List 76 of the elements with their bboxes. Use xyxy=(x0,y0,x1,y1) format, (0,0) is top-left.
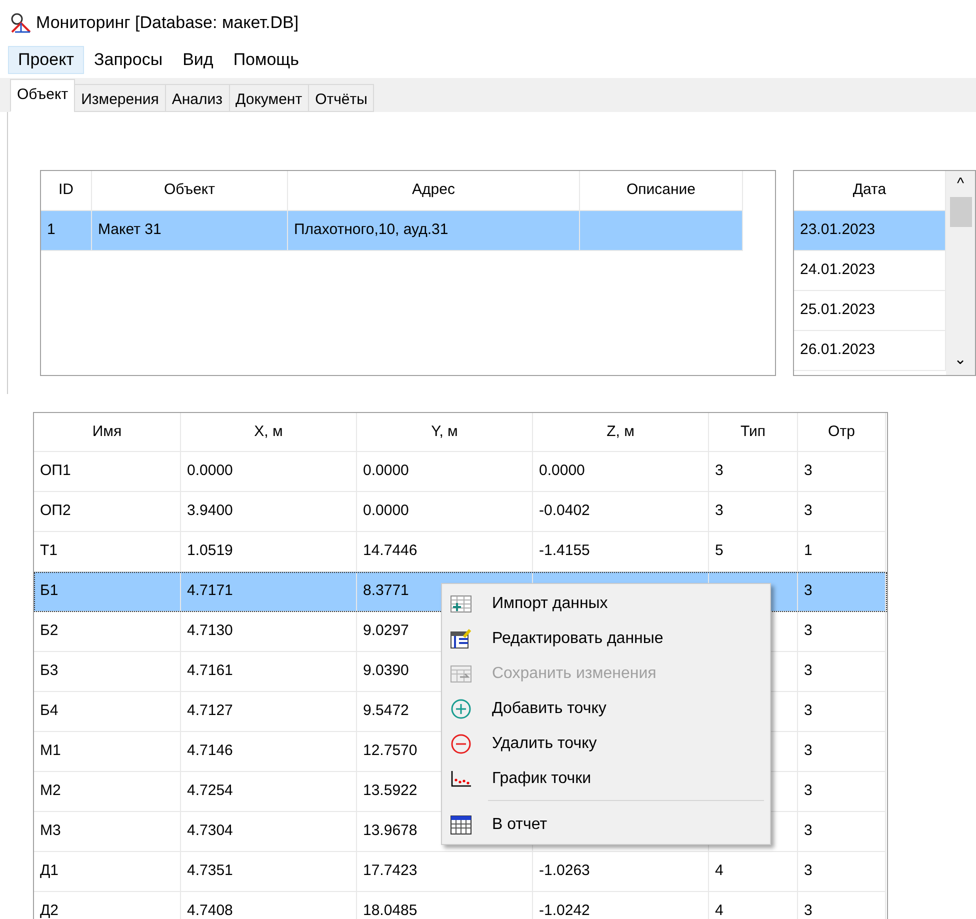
table-cell: 4.7304 xyxy=(181,812,357,852)
calendar-grid-icon xyxy=(450,814,472,834)
table-cell: 3 xyxy=(798,692,886,732)
table-cell: 3 xyxy=(798,452,886,492)
menu-item[interactable]: Помощь xyxy=(223,46,309,74)
table-cell: 4.7408 xyxy=(181,892,357,919)
table-cell: 3.9400 xyxy=(181,492,357,532)
table-cell: Плахотного,10, ауд.31 xyxy=(288,211,580,251)
table-cell: 4.7171 xyxy=(181,572,357,612)
table-cell: -1.0263 xyxy=(533,852,709,892)
list-item[interactable]: 23.01.2023 xyxy=(794,211,946,251)
table-cell: 4.7127 xyxy=(181,692,357,732)
table-cell: ОП2 xyxy=(34,492,181,532)
table-cell: 3 xyxy=(709,492,798,532)
table-cell: 0.0000 xyxy=(181,452,357,492)
table-cell: -0.0402 xyxy=(533,492,709,532)
table-cell: 0.0000 xyxy=(533,452,709,492)
table-cell: Б3 xyxy=(34,652,181,692)
table-cell: 0.0000 xyxy=(357,492,533,532)
column-header: Отр xyxy=(798,413,886,452)
menu-item[interactable]: Вид xyxy=(172,46,224,74)
table-cell: Макет 31 xyxy=(92,211,288,251)
column-header: Y, м xyxy=(357,413,533,452)
table-cell: 18.0485 xyxy=(357,892,533,919)
table-cell: 4.7146 xyxy=(181,732,357,772)
scroll-up-arrow[interactable]: ^ xyxy=(956,175,964,193)
table-cell: Д1 xyxy=(34,852,181,892)
table-cell: 4 xyxy=(709,892,798,919)
table-cell: 4.7351 xyxy=(181,852,357,892)
window-title: Мониторинг [Database: макет.DB] xyxy=(36,12,299,34)
tab[interactable]: Измерения xyxy=(74,84,166,112)
table-cell: 3 xyxy=(798,852,886,892)
table-cell: 0.0000 xyxy=(357,452,533,492)
table-cell: 4 xyxy=(709,852,798,892)
table-cell: 1 xyxy=(41,211,92,251)
menu-item[interactable]: Проект xyxy=(8,46,84,74)
table-cell: -1.0242 xyxy=(533,892,709,919)
table-cell: М2 xyxy=(34,772,181,812)
table-cell: 3 xyxy=(798,812,886,852)
tab[interactable]: Анализ xyxy=(164,84,230,112)
table-cell: 3 xyxy=(798,612,886,652)
scatter-chart-icon xyxy=(450,770,472,788)
scroll-thumb[interactable] xyxy=(950,197,972,227)
table-cell: Б4 xyxy=(34,692,181,732)
minus-circle-icon xyxy=(450,732,472,754)
table-cell: 4.7254 xyxy=(181,772,357,812)
table-cell: 3 xyxy=(798,492,886,532)
column-header: Тип xyxy=(709,413,798,452)
tab[interactable]: Объект xyxy=(10,79,76,112)
column-header: X, м xyxy=(181,413,357,452)
column-header: Имя xyxy=(34,413,181,452)
table-plus-icon xyxy=(450,594,472,612)
table-cell: 3 xyxy=(798,652,886,692)
table-cell: 4.7161 xyxy=(181,652,357,692)
table-cell: 3 xyxy=(798,732,886,772)
table-cell: М1 xyxy=(34,732,181,772)
tab[interactable]: Отчёты xyxy=(308,84,374,112)
tab[interactable]: Документ xyxy=(228,84,310,112)
table-cell: 4.7130 xyxy=(181,612,357,652)
app-icon xyxy=(10,13,32,33)
table-cell: 3 xyxy=(709,452,798,492)
table-cell: Д2 xyxy=(34,892,181,919)
table-cell: 3 xyxy=(798,892,886,919)
plus-circle-icon xyxy=(450,698,472,720)
table-cell: 17.7423 xyxy=(357,852,533,892)
table-cell: М3 xyxy=(34,812,181,852)
table-cell: 3 xyxy=(798,772,886,812)
table-pencil-icon xyxy=(450,628,472,648)
table-cell: 3 xyxy=(798,572,886,612)
table-cell: Б2 xyxy=(34,612,181,652)
scroll-down-arrow[interactable]: ⌄ xyxy=(954,351,967,369)
table-cell: Б1 xyxy=(34,572,181,612)
scrollbar[interactable]: ^ ⌄ xyxy=(946,171,975,375)
menu-item[interactable]: Запросы xyxy=(84,46,173,74)
column-header: Z, м xyxy=(533,413,709,452)
table-cell: ОП1 xyxy=(34,452,181,492)
